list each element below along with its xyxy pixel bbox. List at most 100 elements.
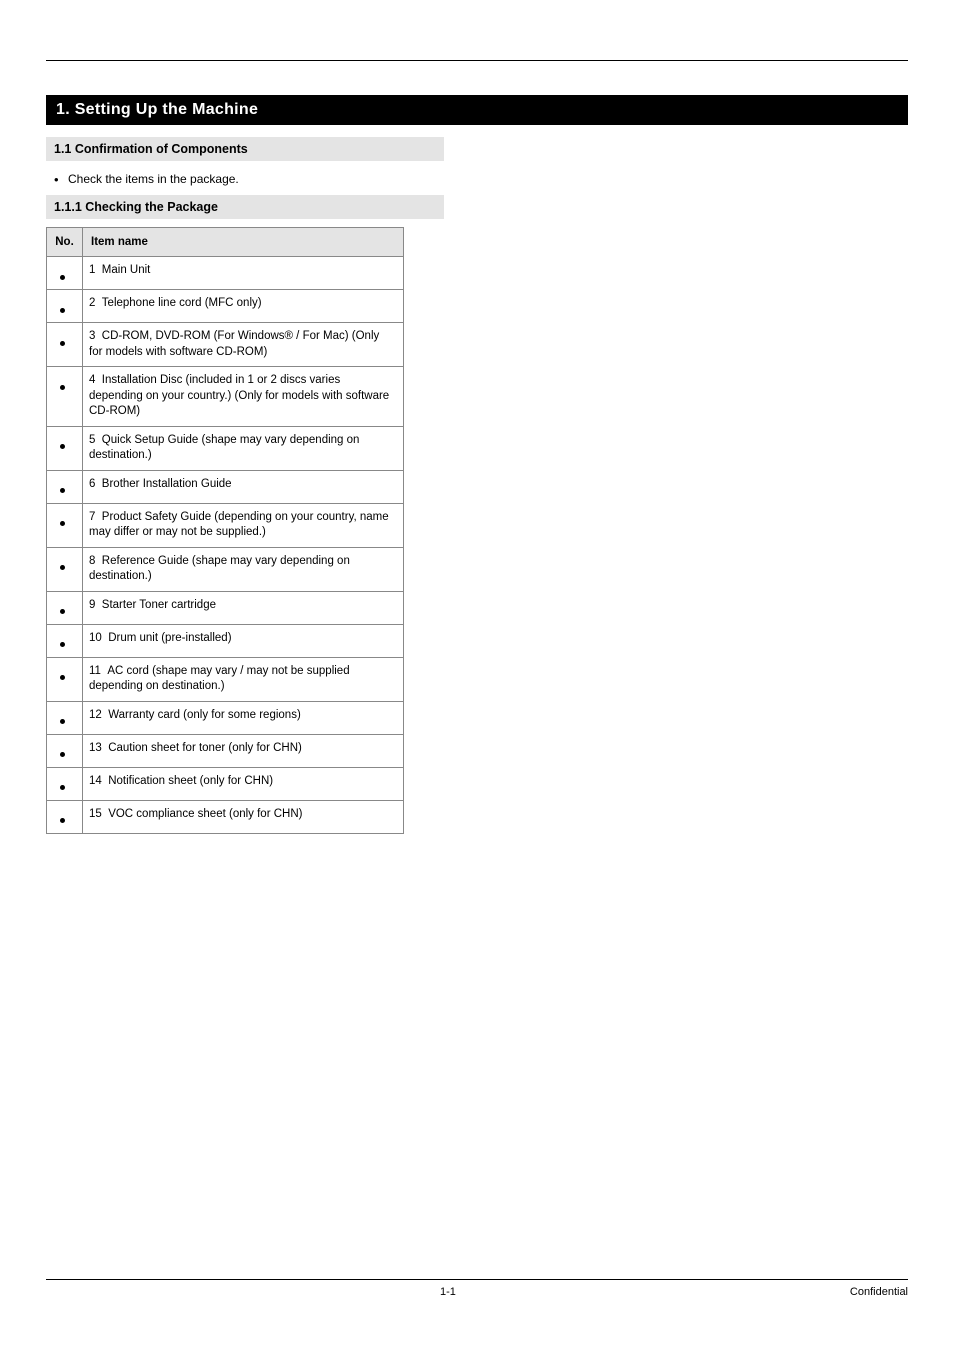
row-text: AC cord (shape may vary / may not be sup… xyxy=(89,665,350,693)
table-row: 8 Reference Guide (shape may vary depend… xyxy=(47,547,404,591)
row-text: Installation Disc (included in 1 or 2 di… xyxy=(89,374,389,417)
table-header-row: No. Item name xyxy=(47,228,404,257)
table-row: 7 Product Safety Guide (depending on you… xyxy=(47,503,404,547)
bullet-icon xyxy=(60,675,65,680)
row-bullet xyxy=(47,323,83,367)
row-item: 6 Brother Installation Guide xyxy=(83,470,404,503)
page-header xyxy=(46,22,908,61)
row-text: Quick Setup Guide (shape may vary depend… xyxy=(89,434,359,462)
row-bullet xyxy=(47,290,83,323)
row-item: 11 AC cord (shape may vary / may not be … xyxy=(83,657,404,701)
chapter-title-bar: 1. Setting Up the Machine xyxy=(46,95,908,125)
row-bullet xyxy=(47,767,83,800)
bullet-icon xyxy=(60,752,65,757)
pre-table-note-text: Check the items in the package. xyxy=(68,172,239,186)
page-main: 1. Setting Up the Machine 1.1 Confirmati… xyxy=(46,95,908,834)
bullet-icon xyxy=(60,565,65,570)
footer-right-text: Confidential xyxy=(850,1286,908,1298)
chapter-title-text: 1. Setting Up the Machine xyxy=(56,101,258,118)
row-no: 4 xyxy=(89,374,95,386)
row-no: 5 xyxy=(89,434,95,446)
row-bullet xyxy=(47,470,83,503)
table-row: 3 CD-ROM, DVD-ROM (For Windows® / For Ma… xyxy=(47,323,404,367)
table-row: 13 Caution sheet for toner (only for CHN… xyxy=(47,734,404,767)
row-item: 7 Product Safety Guide (depending on you… xyxy=(83,503,404,547)
pre-table-note: Check the items in the package. xyxy=(46,171,444,187)
row-no: 9 xyxy=(89,599,95,611)
bullet-icon xyxy=(60,785,65,790)
page-footer: 1-1 Confidential xyxy=(46,1279,908,1298)
row-item: 4 Installation Disc (included in 1 or 2 … xyxy=(83,367,404,427)
row-bullet xyxy=(47,591,83,624)
row-item: 3 CD-ROM, DVD-ROM (For Windows® / For Ma… xyxy=(83,323,404,367)
header-rule xyxy=(46,60,908,61)
row-item: 15 VOC compliance sheet (only for CHN) xyxy=(83,800,404,833)
bullet-icon xyxy=(60,444,65,449)
row-bullet xyxy=(47,426,83,470)
row-text: Brother Installation Guide xyxy=(102,478,232,490)
row-text: Caution sheet for toner (only for CHN) xyxy=(108,742,302,754)
bullet-icon xyxy=(60,275,65,280)
row-text: VOC compliance sheet (only for CHN) xyxy=(108,808,302,820)
row-no: 3 xyxy=(89,330,95,342)
table-row: 15 VOC compliance sheet (only for CHN) xyxy=(47,800,404,833)
table-row: 9 Starter Toner cartridge xyxy=(47,591,404,624)
section-1-1-text: 1.1 Confirmation of Components xyxy=(54,142,248,156)
row-text: CD-ROM, DVD-ROM (For Windows® / For Mac)… xyxy=(89,330,379,358)
row-bullet xyxy=(47,657,83,701)
row-no: 12 xyxy=(89,709,102,721)
row-bullet xyxy=(47,503,83,547)
row-item: 1 Main Unit xyxy=(83,257,404,290)
bullet-icon xyxy=(60,488,65,493)
row-no: 14 xyxy=(89,775,102,787)
row-item: 10 Drum unit (pre-installed) xyxy=(83,624,404,657)
row-item: 13 Caution sheet for toner (only for CHN… xyxy=(83,734,404,767)
bullet-icon xyxy=(60,818,65,823)
table-row: 1 Main Unit xyxy=(47,257,404,290)
row-no: 11 xyxy=(89,665,101,677)
footer-page-number: 1-1 xyxy=(440,1286,456,1298)
row-bullet xyxy=(47,367,83,427)
row-item: 8 Reference Guide (shape may vary depend… xyxy=(83,547,404,591)
row-text: Telephone line cord (MFC only) xyxy=(102,297,262,309)
row-no: 15 xyxy=(89,808,102,820)
row-no: 2 xyxy=(89,297,95,309)
table-row: 11 AC cord (shape may vary / may not be … xyxy=(47,657,404,701)
row-bullet xyxy=(47,701,83,734)
footer-rule xyxy=(46,1279,908,1280)
table-row: 10 Drum unit (pre-installed) xyxy=(47,624,404,657)
table-row: 14 Notification sheet (only for CHN) xyxy=(47,767,404,800)
row-no: 10 xyxy=(89,632,102,644)
footer-row: 1-1 Confidential xyxy=(46,1286,908,1298)
row-text: Warranty card (only for some regions) xyxy=(108,709,301,721)
section-1-1-1-text: 1.1.1 Checking the Package xyxy=(54,200,218,214)
row-item: 2 Telephone line cord (MFC only) xyxy=(83,290,404,323)
row-text: Product Safety Guide (depending on your … xyxy=(89,511,389,539)
col-header-no: No. xyxy=(47,228,83,257)
bullet-icon xyxy=(60,341,65,346)
row-no: 1 xyxy=(89,264,95,276)
table-row: 5 Quick Setup Guide (shape may vary depe… xyxy=(47,426,404,470)
row-item: 5 Quick Setup Guide (shape may vary depe… xyxy=(83,426,404,470)
row-bullet xyxy=(47,547,83,591)
row-bullet xyxy=(47,734,83,767)
row-text: Drum unit (pre-installed) xyxy=(108,632,231,644)
parts-table: No. Item name 1 Main Unit 2 Telephone li… xyxy=(46,227,404,834)
parts-table-wrap: No. Item name 1 Main Unit 2 Telephone li… xyxy=(46,227,444,834)
table-row: 6 Brother Installation Guide xyxy=(47,470,404,503)
row-item: 9 Starter Toner cartridge xyxy=(83,591,404,624)
table-row: 2 Telephone line cord (MFC only) xyxy=(47,290,404,323)
row-text: Reference Guide (shape may vary dependin… xyxy=(89,555,350,583)
row-no: 8 xyxy=(89,555,95,567)
row-item: 12 Warranty card (only for some regions) xyxy=(83,701,404,734)
bullet-icon xyxy=(60,642,65,647)
row-bullet xyxy=(47,800,83,833)
bullet-icon xyxy=(60,308,65,313)
col-header-item: Item name xyxy=(83,228,404,257)
bullet-icon xyxy=(60,609,65,614)
bullet-icon xyxy=(60,521,65,526)
row-text: Notification sheet (only for CHN) xyxy=(108,775,273,787)
row-bullet xyxy=(47,257,83,290)
bullet-icon xyxy=(60,385,65,390)
row-bullet xyxy=(47,624,83,657)
